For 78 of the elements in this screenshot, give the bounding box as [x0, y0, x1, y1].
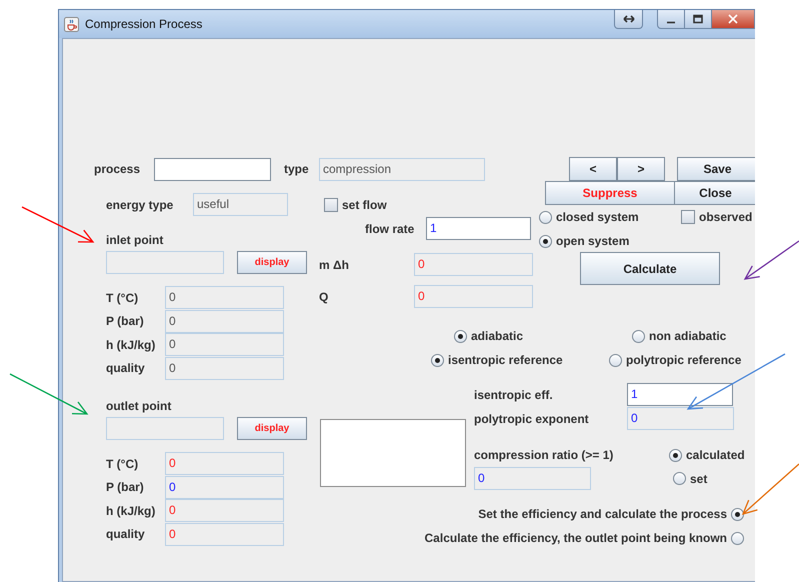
save-button[interactable]: Save — [677, 157, 755, 181]
double-arrow-icon — [622, 14, 636, 24]
radio-button[interactable] — [731, 532, 744, 544]
next-button[interactable]: > — [617, 157, 665, 181]
close-button[interactable]: Close — [675, 181, 755, 205]
cup-icon — [64, 16, 79, 32]
annotation-arrow — [742, 463, 799, 515]
option-label: open system — [556, 234, 630, 248]
option-label: isentropic reference — [448, 353, 563, 367]
readonly-field: 0 — [165, 310, 284, 333]
radio-button[interactable] — [669, 448, 682, 462]
window-title: Compression Process — [85, 17, 202, 31]
field-label: P (bar) — [106, 314, 145, 328]
resize-button[interactable] — [614, 10, 643, 29]
field-label: flow rate — [365, 222, 416, 236]
readonly-field: 0 — [165, 452, 284, 476]
text-area[interactable] — [320, 419, 466, 487]
checkbox[interactable] — [681, 210, 695, 224]
input-field[interactable] — [154, 158, 271, 180]
readonly-field: 0 — [627, 407, 734, 430]
radio-button[interactable] — [731, 508, 744, 520]
field-label: isentropic eff. — [474, 388, 554, 402]
readonly-field: 0 — [165, 286, 284, 310]
checkbox[interactable] — [324, 198, 338, 212]
field-label: quality — [106, 527, 146, 542]
field-label: T (°C) — [106, 290, 140, 305]
close-button[interactable] — [712, 10, 755, 29]
option-label: observed — [699, 210, 752, 224]
field-label: m Δh — [319, 258, 350, 272]
readonly-field: 0 — [165, 333, 284, 356]
radio-button[interactable] — [632, 330, 645, 342]
radio-button[interactable] — [539, 210, 552, 224]
field-label: h (kJ/kg) — [106, 338, 156, 352]
field-label: inlet point — [106, 232, 164, 246]
minimize-button[interactable] — [657, 10, 685, 29]
annotation-arrow — [744, 240, 799, 280]
option-label: set flow — [342, 198, 387, 212]
readonly-field: 0 — [414, 285, 533, 308]
option-label: non adiabatic — [649, 329, 726, 343]
field-label: energy type — [106, 198, 174, 212]
calculate-button[interactable]: Calculate — [580, 252, 720, 285]
input-field[interactable]: 1 — [426, 217, 531, 240]
field-label: compression ratio (>= 1) — [474, 448, 614, 462]
option-label: Calculate the efficiency, the outlet point being known — [424, 531, 727, 545]
field-label: T (°C) — [106, 456, 140, 471]
field-label: outlet point — [106, 398, 172, 412]
field-label: h (kJ/kg) — [106, 504, 156, 518]
option-label: calculated — [686, 448, 745, 462]
radio-button[interactable] — [673, 472, 686, 485]
minimize-icon — [666, 20, 676, 24]
option-label: Set the efficiency and calculate the process — [478, 507, 727, 521]
radio-button[interactable] — [539, 234, 552, 248]
previous-button[interactable]: < — [569, 157, 617, 181]
maximize-icon — [691, 14, 705, 24]
option-label: adiabatic — [471, 329, 524, 343]
readonly-field: 0 — [165, 356, 284, 380]
field-label: P (bar) — [106, 480, 145, 494]
field-label: polytropic exponent — [474, 412, 590, 426]
readonly-field: compression — [319, 158, 485, 180]
readonly-field: 0 — [414, 253, 533, 276]
option-label: set — [690, 472, 708, 486]
radio-button[interactable] — [431, 354, 444, 366]
option-label: closed system — [556, 210, 639, 224]
readonly-field: 0 — [165, 499, 284, 522]
field-label: Q — [319, 290, 330, 304]
radio-button[interactable] — [454, 330, 467, 342]
readonly-field: 0 — [165, 522, 284, 546]
option-label: polytropic reference — [626, 353, 742, 367]
close-icon — [726, 14, 740, 24]
readonly-field: 0 — [474, 467, 591, 490]
field-label: process — [94, 162, 142, 176]
readonly-field: 0 — [165, 476, 284, 499]
radio-button[interactable] — [609, 354, 622, 366]
field-label: quality — [106, 361, 146, 376]
maximize-button[interactable] — [685, 10, 712, 29]
readonly-field: useful — [193, 193, 288, 216]
field-label: type — [284, 162, 310, 176]
input-field[interactable]: 1 — [627, 383, 733, 406]
